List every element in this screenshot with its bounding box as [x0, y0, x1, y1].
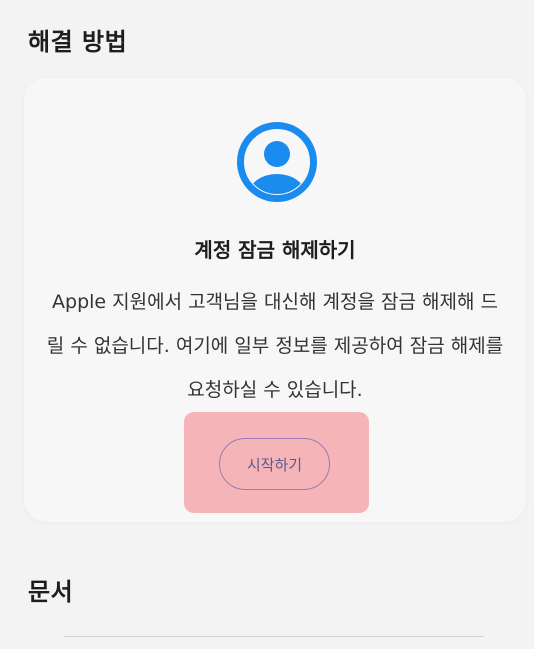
- start-button[interactable]: 시작하기: [219, 438, 330, 490]
- divider: [64, 636, 484, 637]
- page: 해결 방법 계정 잠금 해제하기 Apple 지원에서 고객님을 대신해 계정을…: [0, 0, 534, 649]
- card-title: 계정 잠금 해제하기: [194, 238, 356, 262]
- user-circle-icon: [237, 122, 317, 202]
- documents-section-title: 문서: [28, 578, 74, 606]
- start-button-highlight: 시작하기: [184, 412, 369, 513]
- solutions-section-title: 해결 방법: [28, 28, 128, 56]
- card-description: Apple 지원에서 고객님을 대신해 계정을 잠금 해제해 드릴 수 없습니다…: [46, 291, 504, 401]
- unlock-account-card: 계정 잠금 해제하기 Apple 지원에서 고객님을 대신해 계정을 잠금 해제…: [24, 78, 526, 522]
